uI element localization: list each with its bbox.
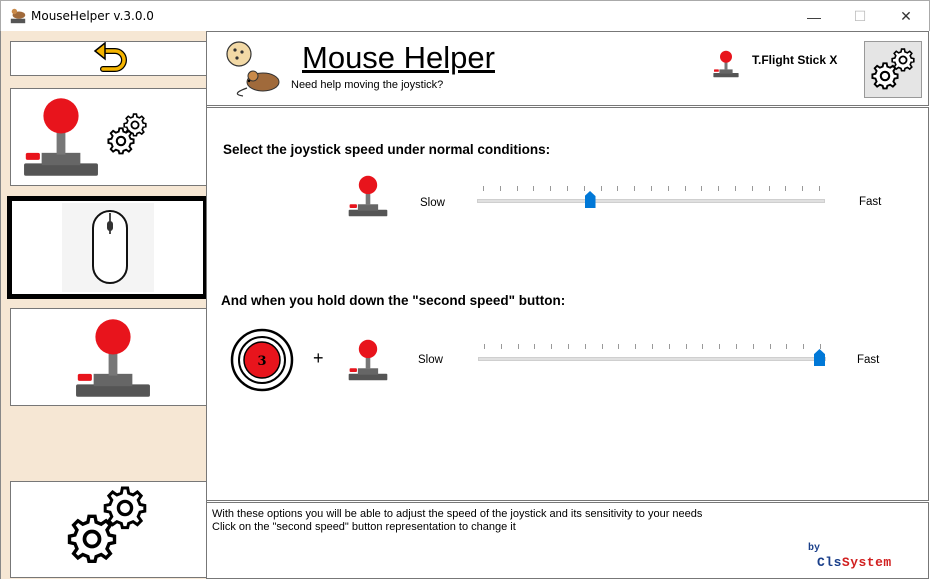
slider-tick xyxy=(617,186,619,191)
slider-tick xyxy=(550,186,552,191)
slider-track xyxy=(477,199,825,203)
joystick-settings-icon xyxy=(24,98,147,176)
slider-tick xyxy=(567,186,568,191)
window-title: MouseHelper v.3.0.0 xyxy=(31,9,154,23)
joystick-icon xyxy=(348,339,388,381)
sidebar xyxy=(0,31,208,579)
slider-tick xyxy=(584,344,586,349)
slider-tick xyxy=(583,186,585,191)
brand-part: Cls xyxy=(817,555,842,570)
slider-tick xyxy=(701,186,703,191)
app-icon xyxy=(10,8,26,24)
joystick-device-icon xyxy=(713,50,739,78)
slider-tick xyxy=(484,344,485,349)
subtitle: Need help moving the joystick? xyxy=(291,79,444,91)
slider-tick xyxy=(517,344,519,349)
slider-tick xyxy=(651,186,652,191)
brand-logo: ClsSystem xyxy=(817,555,892,570)
mouse-logo-icon xyxy=(226,41,280,97)
slider-tick xyxy=(803,344,805,349)
slider-tick xyxy=(752,344,754,349)
slider-tick xyxy=(769,344,771,349)
normal-speed-label: Select the joystick speed under normal c… xyxy=(223,142,551,157)
slider-tick xyxy=(786,344,788,349)
normal-speed-slider[interactable] xyxy=(477,186,825,216)
maximize-button[interactable]: ☐ xyxy=(837,1,883,32)
close-button[interactable]: ✕ xyxy=(883,1,929,32)
slider-thumb[interactable] xyxy=(814,349,825,366)
slow-label: Slow xyxy=(420,197,445,209)
slider-thumb[interactable] xyxy=(584,191,596,208)
slider-tick xyxy=(802,186,804,191)
slider-tick xyxy=(551,344,553,349)
slider-tick xyxy=(601,344,603,349)
info-line: Click on the "second speed" button repre… xyxy=(212,521,516,533)
slider-tick xyxy=(600,186,602,191)
slider-tick xyxy=(702,344,704,349)
slow-label: Slow xyxy=(418,354,443,366)
minimize-button[interactable]: — xyxy=(791,1,837,32)
slider-tick xyxy=(820,344,821,349)
slider-tick xyxy=(516,186,518,191)
slider-tick xyxy=(534,344,536,349)
joystick-icon xyxy=(76,319,150,397)
slider-tick xyxy=(634,186,636,191)
slider-tick xyxy=(718,186,720,191)
fast-label: Fast xyxy=(857,354,880,366)
joystick-icon xyxy=(348,175,388,217)
slider-tick xyxy=(500,344,502,349)
back-arrow-icon xyxy=(93,41,127,72)
speed-settings-panel: Select the joystick speed under normal c… xyxy=(206,107,929,501)
slider-tick xyxy=(652,344,653,349)
gears-icon xyxy=(67,486,147,564)
slider-tick xyxy=(685,344,687,349)
slider-tick xyxy=(719,344,721,349)
slider-tick xyxy=(483,186,484,191)
slider-tick xyxy=(785,186,787,191)
slider-tick xyxy=(667,186,669,191)
slider-tick xyxy=(568,344,569,349)
second-speed-slider[interactable] xyxy=(478,344,826,374)
slider-tick xyxy=(618,344,620,349)
mouse-icon xyxy=(62,203,154,292)
second-speed-label: And when you hold down the "second speed… xyxy=(221,293,566,308)
slider-tick xyxy=(819,186,820,191)
second-speed-button[interactable]: 3 xyxy=(230,328,294,392)
device-settings-button[interactable] xyxy=(864,41,922,98)
slider-tick xyxy=(736,344,737,349)
info-footer: With these options you will be able to a… xyxy=(206,502,929,579)
app-name-title: Mouse Helper xyxy=(302,40,495,75)
title-bar: MouseHelper v.3.0.0 — ☐ ✕ xyxy=(0,0,930,31)
slider-tick xyxy=(768,186,770,191)
mouse-button[interactable] xyxy=(7,196,208,299)
joystick-settings-button[interactable] xyxy=(10,88,207,186)
plus-sign: + xyxy=(313,348,324,368)
slider-tick xyxy=(751,186,753,191)
joystick-button[interactable] xyxy=(10,308,207,406)
gears-icon xyxy=(871,48,915,90)
slider-track xyxy=(478,357,826,361)
by-label: by xyxy=(808,543,821,554)
info-line: With these options you will be able to a… xyxy=(212,508,703,520)
slider-tick xyxy=(735,186,736,191)
info-text: With these options you will be able to a… xyxy=(212,508,702,534)
brand-part: System xyxy=(841,555,892,570)
slider-tick xyxy=(684,186,686,191)
slider-tick xyxy=(499,186,501,191)
device-name: T.Flight Stick X xyxy=(752,53,838,67)
fast-label: Fast xyxy=(859,196,882,208)
back-button[interactable] xyxy=(10,41,207,76)
slider-tick xyxy=(533,186,535,191)
slider-tick xyxy=(635,344,637,349)
settings-button[interactable] xyxy=(10,481,207,578)
button-number: 3 xyxy=(257,354,266,369)
header: Mouse Helper Need help moving the joysti… xyxy=(206,31,929,106)
slider-tick xyxy=(668,344,670,349)
